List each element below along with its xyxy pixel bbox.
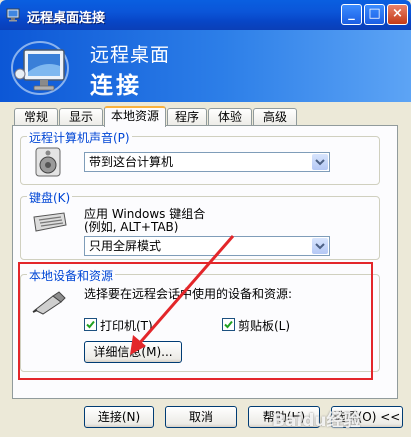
tab-advanced[interactable]: 高级 (253, 108, 297, 126)
header-banner: 远程桌面 连接 (0, 30, 411, 102)
connect-button[interactable]: 连接(N) (84, 406, 154, 428)
remote-desktop-icon (6, 8, 20, 22)
sound-select-value: 带到这台计算机 (89, 155, 174, 169)
keyboard-description-line2: (例如, ALT+TAB) (84, 220, 179, 234)
speaker-icon (35, 147, 61, 177)
watermark: Baidu经验 (272, 411, 361, 431)
chevron-down-icon[interactable] (312, 154, 328, 170)
minimize-button[interactable]: _ (341, 4, 362, 25)
tab-experience[interactable]: 体验 (208, 108, 252, 126)
tab-local-resources[interactable]: 本地资源 (104, 106, 166, 127)
sound-select[interactable]: 带到这台计算机 (84, 152, 330, 172)
close-button[interactable]: × (387, 4, 408, 25)
maximize-button[interactable]: □ (364, 4, 385, 25)
tab-programs[interactable]: 程序 (167, 108, 207, 126)
keyboard-select-value: 只用全屏模式 (89, 239, 162, 253)
title-bar[interactable]: 远程桌面连接 _ □ × (0, 0, 411, 30)
highlight-box (18, 262, 373, 380)
tab-general[interactable]: 常规 (14, 108, 58, 126)
cancel-button[interactable]: 取消 (165, 406, 237, 428)
banner-title-line1: 远程桌面 (90, 44, 171, 66)
banner-title-line2: 连接 (90, 73, 142, 99)
remote-desktop-computer-icon (11, 41, 69, 95)
keyboard-select[interactable]: 只用全屏模式 (84, 236, 330, 256)
tab-display[interactable]: 显示 (59, 108, 103, 126)
sound-group-label: 远程计算机声音(P) (27, 129, 132, 146)
keyboard-icon (33, 212, 67, 232)
keyboard-group-label: 键盘(K) (27, 189, 73, 206)
chevron-down-icon[interactable] (312, 238, 328, 254)
window-title: 远程桌面连接 (27, 11, 106, 26)
